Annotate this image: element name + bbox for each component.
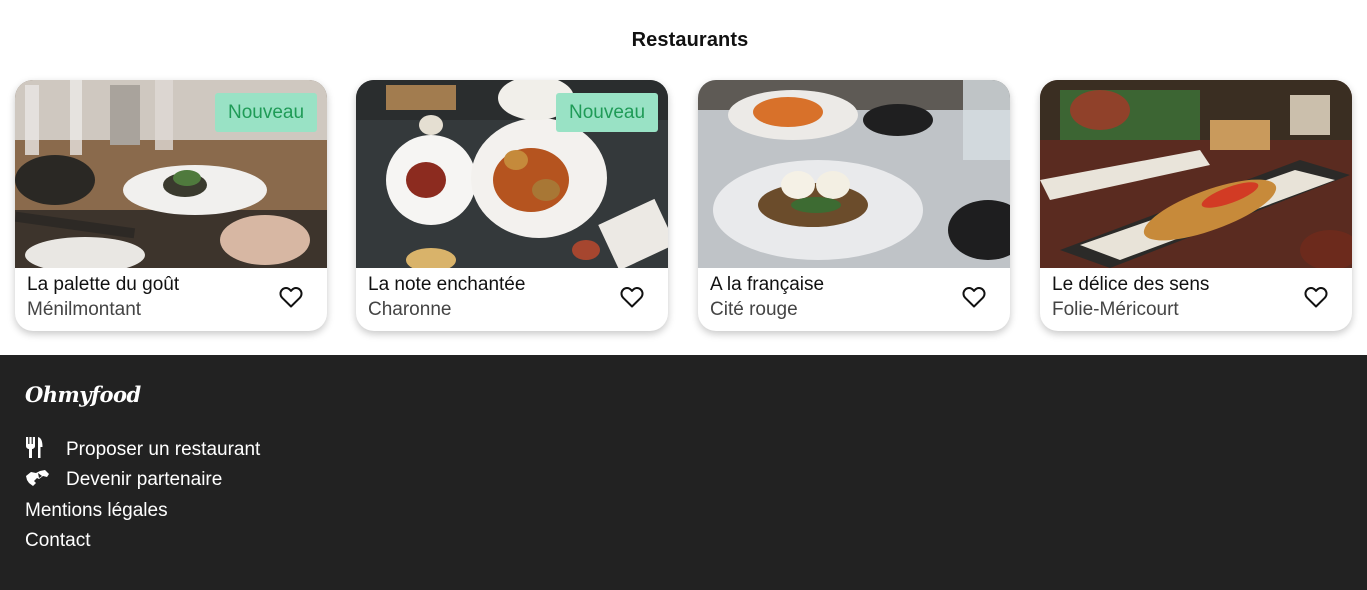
restaurant-card[interactable]: Nouveau La palette du goût Ménilmontant (15, 80, 327, 331)
footer-link-label: Proposer un restaurant (66, 439, 261, 460)
footer-link-label: Devenir partenaire (66, 469, 223, 490)
restaurant-neighborhood: Ménilmontant (27, 299, 142, 320)
footer-logo[interactable]: Ohmyfood (25, 382, 141, 407)
contact-link[interactable]: Contact (25, 530, 90, 552)
restaurant-neighborhood: Charonne (368, 299, 452, 320)
utensils-icon (26, 437, 43, 458)
restaurant-name: Le délice des sens (1052, 274, 1210, 295)
restaurant-photo: Nouveau (15, 80, 327, 268)
restaurant-name: A la française (710, 274, 825, 295)
restaurant-name: La palette du goût (27, 274, 180, 295)
heart-outline-icon[interactable] (620, 286, 644, 308)
new-badge: Nouveau (556, 93, 658, 132)
heart-outline-icon[interactable] (962, 286, 986, 308)
restaurant-list: Nouveau La palette du goût Ménilmontant (15, 80, 1353, 331)
new-badge: Nouveau (215, 93, 317, 132)
restaurant-name: La note enchantée (368, 274, 526, 295)
restaurant-neighborhood: Cité rouge (710, 299, 798, 320)
restaurant-card[interactable]: Le délice des sens Folie-Méricourt (1040, 80, 1352, 331)
section-title: Restaurants (631, 29, 749, 51)
legal-notice-link[interactable]: Mentions légales (25, 500, 168, 522)
restaurant-card[interactable]: A la française Cité rouge (698, 80, 1010, 331)
site-footer: Ohmyfood Proposer un restaurant Devenir … (0, 355, 1367, 590)
heart-outline-icon[interactable] (279, 286, 303, 308)
restaurant-photo: Nouveau (356, 80, 668, 268)
restaurant-neighborhood: Folie-Méricourt (1052, 299, 1179, 320)
restaurant-card[interactable]: Nouveau La note enchantée Charonne (356, 80, 668, 331)
handshake-icon (26, 470, 49, 486)
restaurant-photo (698, 80, 1010, 268)
heart-outline-icon[interactable] (1304, 286, 1328, 308)
restaurant-photo (1040, 80, 1352, 268)
